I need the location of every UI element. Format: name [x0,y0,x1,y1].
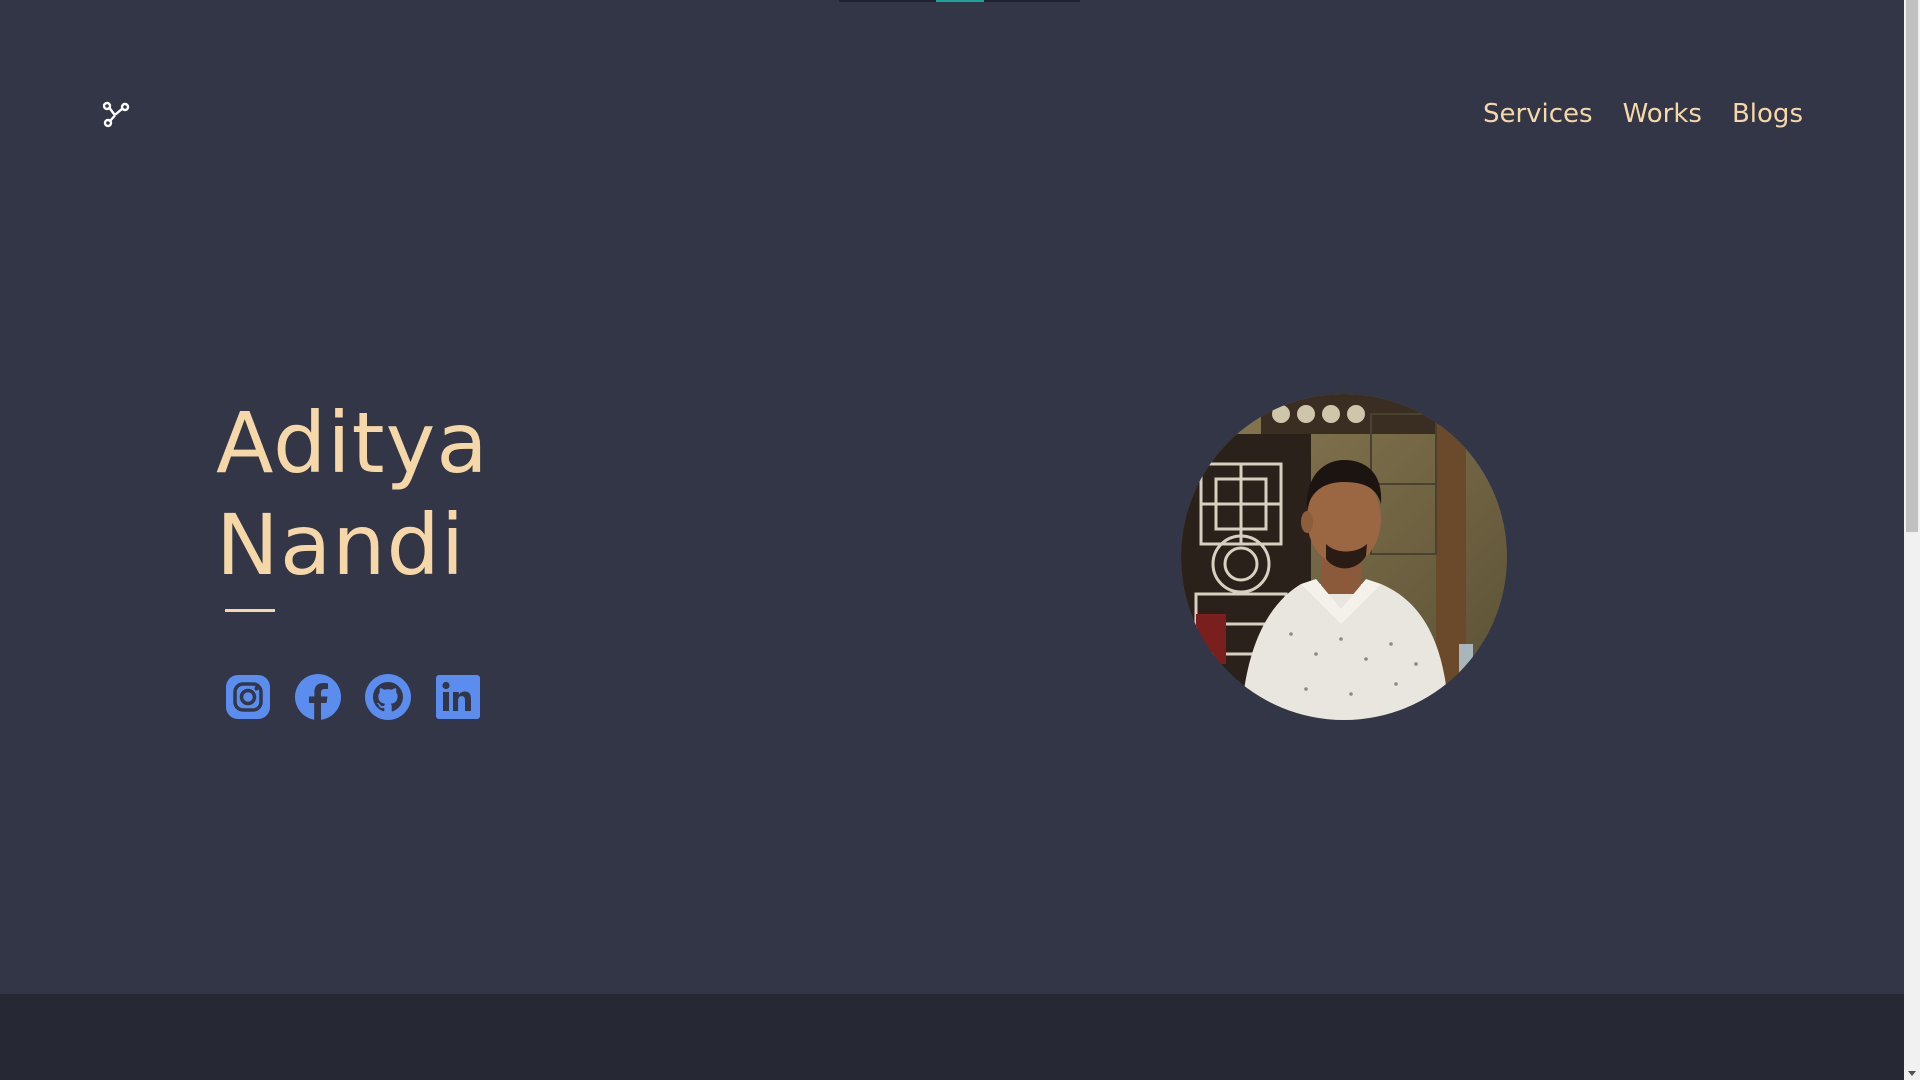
facebook-icon[interactable] [294,673,342,721]
hero-first-name: Aditya [216,394,489,492]
instagram-icon[interactable] [224,673,272,721]
main-nav: Services Works Blogs [1483,96,1803,132]
hero-name: Aditya Nandi [216,392,489,596]
social-links [224,673,482,721]
nav-link-services[interactable]: Services [1483,96,1593,132]
scroll-down-arrow-icon[interactable] [1908,1071,1916,1076]
nav-link-blogs[interactable]: Blogs [1732,96,1803,132]
footer-band [0,994,1904,1080]
hero-last-name: Nandi [216,496,466,594]
linkedin-icon[interactable] [434,673,482,721]
name-underline [225,609,275,612]
scroll-progress-bar [839,0,1080,2]
profile-photo [1181,394,1507,720]
logo-icon[interactable] [102,101,130,129]
page: Services Works Blogs Aditya Nandi [0,0,1920,1080]
github-icon[interactable] [364,673,412,721]
scroll-progress-fill [936,0,984,2]
nav-link-works[interactable]: Works [1623,96,1702,132]
scrollbar[interactable] [1904,0,1920,1080]
scrollbar-thumb[interactable] [1906,0,1918,532]
